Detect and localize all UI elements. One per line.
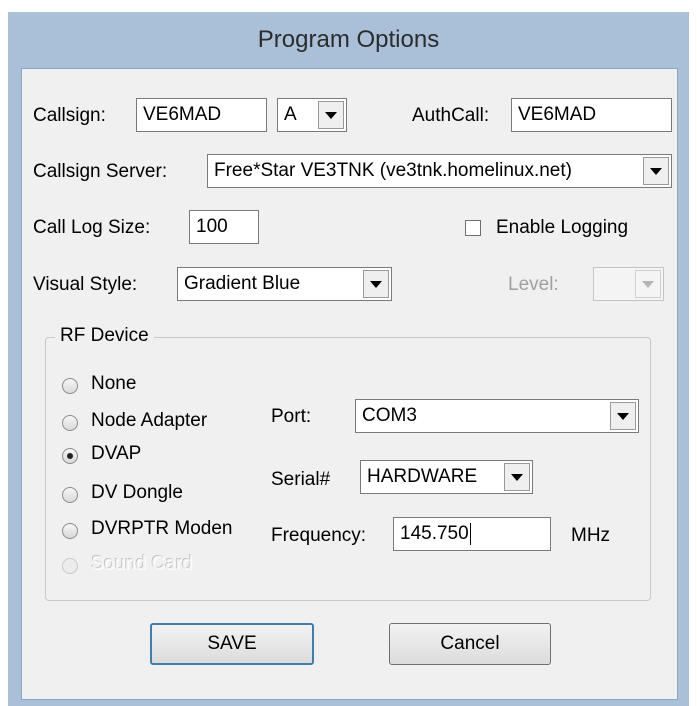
radio-sound-card (62, 558, 78, 574)
chevron-down-icon[interactable] (504, 463, 530, 491)
radio-selected-dot (67, 453, 73, 459)
dialog-window: Program Options Callsign: VE6MAD A AuthC… (8, 12, 689, 706)
port-select[interactable]: COM3 (355, 399, 639, 433)
enable-logging-label: Enable Logging (496, 217, 629, 238)
frequency-value: 145.750 (400, 523, 469, 544)
callsign-suffix-select[interactable]: A (277, 98, 347, 132)
visual-style-value: Gradient Blue (184, 273, 301, 294)
radio-label-sound-card: Sound Card (91, 553, 193, 574)
radio-label-none: None (91, 373, 137, 394)
visual-style-select[interactable]: Gradient Blue (177, 267, 392, 301)
port-value: COM3 (362, 405, 417, 426)
callsign-server-select[interactable]: Free*Star VE3TNK (ve3tnk.homelinux.net) (207, 154, 672, 188)
radio-label-node-adapter: Node Adapter (91, 410, 208, 431)
authcall-input[interactable]: VE6MAD (511, 98, 672, 132)
visual-style-label: Visual Style: (33, 274, 138, 295)
chevron-down-icon[interactable] (610, 402, 636, 430)
save-button[interactable]: SAVE (150, 623, 314, 665)
level-label: Level: (508, 274, 559, 295)
radio-label-dv-dongle: DV Dongle (91, 482, 183, 503)
authcall-label: AuthCall: (412, 105, 490, 126)
radio-node-adapter[interactable] (62, 415, 78, 431)
frequency-unit: MHz (571, 525, 611, 546)
level-select (593, 267, 664, 301)
call-log-size-input[interactable]: 100 (189, 210, 259, 244)
callsign-server-label: Callsign Server: (33, 161, 168, 182)
radio-label-dvrptr-moden: DVRPTR Moden (91, 518, 233, 539)
text-caret (469, 522, 471, 545)
radio-label-dvap: DVAP (91, 443, 142, 464)
radio-dv-dongle[interactable] (62, 487, 78, 503)
chevron-down-icon[interactable] (318, 101, 344, 129)
radio-dvap[interactable] (62, 448, 78, 464)
callsign-suffix-value: A (284, 104, 297, 125)
frequency-input[interactable]: 145.750 (393, 517, 551, 551)
callsign-server-value: Free*Star VE3TNK (ve3tnk.homelinux.net) (214, 160, 572, 181)
save-button-label: SAVE (207, 633, 257, 654)
radio-none[interactable] (62, 378, 78, 394)
serial-value: HARDWARE (367, 466, 478, 487)
callsign-label: Callsign: (33, 105, 106, 126)
enable-logging-checkbox[interactable] (465, 220, 481, 236)
chevron-down-icon[interactable] (643, 157, 669, 185)
radio-dvrptr-moden[interactable] (62, 523, 78, 539)
dialog-client-area: Callsign: VE6MAD A AuthCall: VE6MAD Call… (21, 68, 678, 700)
cancel-button-label: Cancel (440, 633, 500, 654)
frequency-label: Frequency: (271, 525, 367, 546)
callsign-input[interactable]: VE6MAD (136, 98, 267, 132)
cancel-button[interactable]: Cancel (389, 623, 551, 665)
chevron-down-icon (635, 270, 661, 298)
serial-label: Serial# (271, 469, 331, 490)
serial-select[interactable]: HARDWARE (360, 460, 533, 494)
rf-device-group-title: RF Device (55, 325, 154, 347)
chevron-down-icon[interactable] (363, 270, 389, 298)
port-label: Port: (271, 406, 312, 427)
call-log-size-label: Call Log Size: (33, 217, 151, 238)
window-title: Program Options (257, 26, 440, 53)
